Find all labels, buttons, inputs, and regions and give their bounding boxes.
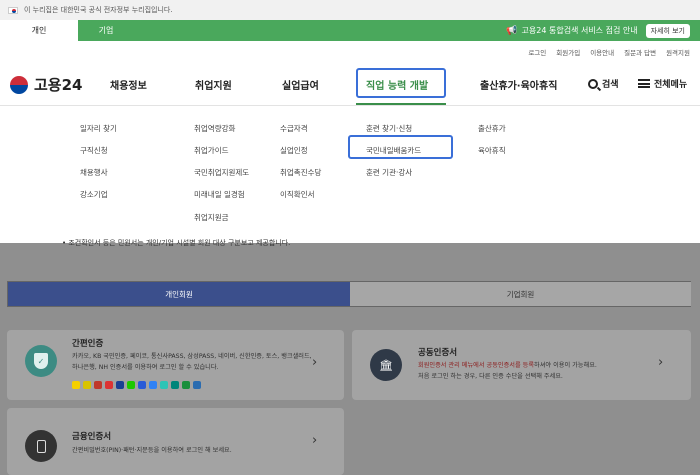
submenu-guide[interactable]: 취업가이드 bbox=[194, 145, 229, 156]
korea-flag-icon bbox=[8, 6, 18, 14]
all-menu-label: 전체메뉴 bbox=[654, 80, 688, 90]
submenu-job-search[interactable]: 일자리 찾기 bbox=[80, 123, 117, 134]
gnb-unemployment-benefit[interactable]: 실업급여 bbox=[282, 77, 319, 92]
login-link[interactable]: 로그인 bbox=[528, 47, 546, 57]
financial-cert-card[interactable] bbox=[7, 408, 344, 475]
joint-cert-desc-2: 처음 로그인 하는 경우, 다른 인증 수단을 선택해 주세요. bbox=[418, 373, 563, 380]
gov-banner: 이 누리집은 대한민국 공식 전자정부 누리집입니다. bbox=[0, 0, 700, 20]
service-notice: 📢 고용24 통합검색 서비스 점검 안내 자세히 보기 bbox=[506, 20, 690, 41]
hana-logo-icon bbox=[171, 381, 179, 389]
tab-business-member[interactable]: 기업회원 bbox=[350, 282, 691, 306]
submenu-training-institutions[interactable]: 훈련 기관·강사 bbox=[366, 167, 412, 178]
qna-link[interactable]: 질문과 답변 bbox=[624, 47, 656, 57]
gnb-jobs[interactable]: 채용정보 bbox=[110, 77, 147, 92]
auth-provider-logos bbox=[72, 381, 201, 389]
kakao-logo-icon bbox=[72, 381, 80, 389]
submenu-hiring-events[interactable]: 채용행사 bbox=[80, 167, 108, 178]
screen: 이 누리집은 대한민국 공식 전자정부 누리집입니다. 개인 기업 📢 고용24… bbox=[0, 0, 700, 475]
shield-check-icon: ✓ bbox=[25, 345, 57, 377]
notice-line: • 조건확인서 등은 민원서는 개인/기업 시설별 회원 대상 구분보고 제공합… bbox=[62, 239, 291, 247]
extra-logo-icon bbox=[193, 381, 201, 389]
joint-cert-desc-highlight: 회원인증서 관리 메뉴에서 공동인증서를 등록 bbox=[418, 362, 535, 369]
search-button[interactable]: 검색 bbox=[588, 77, 619, 90]
joint-cert-title: 공동인증서 bbox=[418, 348, 458, 358]
utility-links: 로그인 회원가입 이용안내 질문과 답변 원격지원 bbox=[528, 47, 690, 57]
submenu-national-program[interactable]: 국민취업지원제도 bbox=[194, 167, 249, 178]
submenu-parental-leave[interactable]: 육아휴직 bbox=[478, 145, 506, 156]
signup-link[interactable]: 회원가입 bbox=[556, 47, 580, 57]
submenu-small-giants[interactable]: 강소기업 bbox=[80, 189, 108, 200]
guide-link[interactable]: 이용안내 bbox=[590, 47, 614, 57]
search-label: 검색 bbox=[602, 80, 619, 90]
submenu-highlight-box bbox=[348, 135, 453, 159]
gnb-parental-leave[interactable]: 출산휴가·육아휴직 bbox=[480, 77, 557, 92]
header-divider bbox=[0, 105, 700, 106]
gov-banner-text: 이 누리집은 대한민국 공식 전자정부 누리집입니다. bbox=[24, 6, 173, 14]
shinhan-logo-icon bbox=[138, 381, 146, 389]
persona-tab-bar: 개인 기업 📢 고용24 통합검색 서비스 점검 안내 자세히 보기 bbox=[0, 20, 700, 41]
payco-logo-icon bbox=[94, 381, 102, 389]
tab-individual-member[interactable]: 개인회원 bbox=[8, 282, 350, 306]
submenu-eligibility[interactable]: 수급자격 bbox=[280, 123, 308, 134]
phone-card-icon bbox=[25, 430, 57, 462]
financial-cert-title: 금융인증서 bbox=[72, 432, 112, 442]
kb-logo-icon bbox=[83, 381, 91, 389]
taegeuk-logo-icon bbox=[10, 75, 28, 94]
notice-text[interactable]: 고용24 통합검색 서비스 점검 안내 bbox=[522, 25, 638, 36]
joint-cert-desc-rest: 하셔야 이용이 가능해요. bbox=[534, 362, 597, 369]
site-header: 로그인 회원가입 이용안내 질문과 답변 원격지원 고용24 채용정보 취업지원… bbox=[0, 41, 700, 243]
submenu-job-application[interactable]: 구직신청 bbox=[80, 145, 108, 156]
submenu-maternity-leave[interactable]: 출산휴가 bbox=[478, 123, 506, 134]
submenu-training-search[interactable]: 훈련 찾기·신청 bbox=[366, 123, 412, 134]
megaphone-icon: 📢 bbox=[506, 25, 518, 36]
samsung-pass-logo-icon bbox=[116, 381, 124, 389]
simple-auth-desc: 카카오, KB 국민인증, 페이코, 통신사PASS, 삼성PASS, 네이버,… bbox=[72, 353, 312, 371]
nh-logo-icon bbox=[182, 381, 190, 389]
notice-more-button[interactable]: 자세히 보기 bbox=[645, 23, 690, 38]
submenu-promotion-allowance[interactable]: 취업촉진수당 bbox=[280, 167, 321, 178]
toss-logo-icon bbox=[149, 381, 157, 389]
bank-building-icon: 🏛 bbox=[370, 349, 402, 381]
chevron-right-icon: › bbox=[312, 433, 318, 448]
banksalad-logo-icon bbox=[160, 381, 168, 389]
hamburger-icon bbox=[638, 79, 650, 88]
naver-logo-icon bbox=[127, 381, 135, 389]
gnb-highlight-box bbox=[356, 68, 446, 98]
tab-business[interactable]: 기업 bbox=[78, 20, 134, 41]
financial-cert-desc: 간편비밀번호(PIN)·패턴·지문등을 이용하여 로그인 해 보세요. bbox=[72, 447, 232, 454]
submenu-work-experience[interactable]: 미래내일 일경험 bbox=[194, 189, 245, 200]
gnb-employment-support[interactable]: 취업지원 bbox=[195, 77, 232, 92]
site-logo[interactable]: 고용24 bbox=[10, 74, 82, 95]
logo-text: 고용24 bbox=[34, 76, 83, 94]
submenu-capacity[interactable]: 취업역량강화 bbox=[194, 123, 235, 134]
submenu-subsidy[interactable]: 취업지원금 bbox=[194, 212, 229, 223]
all-menu-button[interactable]: 전체메뉴 bbox=[638, 77, 687, 90]
chevron-right-icon: › bbox=[312, 355, 318, 370]
pass-logo-icon bbox=[105, 381, 113, 389]
joint-cert-desc: 회원인증서 관리 메뉴에서 공동인증서를 등록하셔야 이용이 가능해요. 처음 … bbox=[418, 360, 658, 382]
tab-individual[interactable]: 개인 bbox=[0, 20, 78, 41]
member-type-tabs: 개인회원 기업회원 bbox=[7, 281, 691, 307]
chevron-right-icon: › bbox=[658, 355, 664, 370]
search-icon bbox=[588, 78, 598, 89]
simple-auth-title: 간편인증 bbox=[72, 339, 104, 349]
remote-support-link[interactable]: 원격지원 bbox=[666, 47, 690, 57]
submenu-unemployment-recognition[interactable]: 실업인정 bbox=[280, 145, 308, 156]
submenu-separation-certificate[interactable]: 이직확인서 bbox=[280, 189, 315, 200]
